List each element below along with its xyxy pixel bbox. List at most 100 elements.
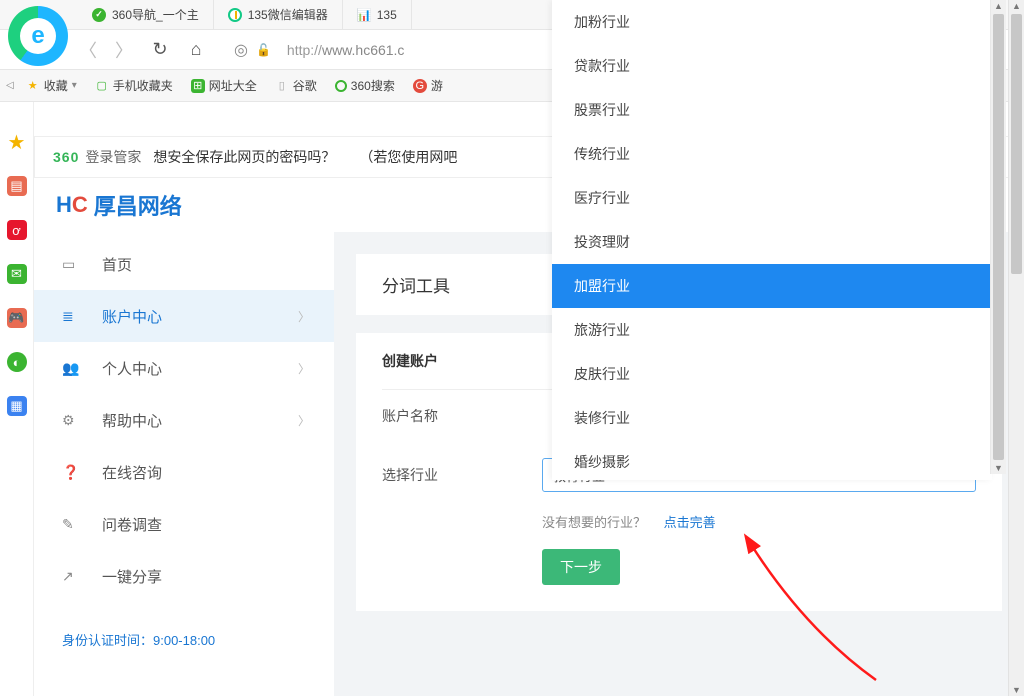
browser-logo: e [8,6,68,66]
sidebar: ▭首页≣账户中心〉👥个人中心〉⚙帮助中心〉❓在线咨询✎问卷调查↗一键分享 身份认… [34,232,334,696]
menu-icon: ⚙ [62,412,80,429]
dropdown-option[interactable]: 医疗行业 [552,176,992,220]
next-button[interactable]: 下一步 [542,549,620,585]
menu-label: 在线咨询 [102,462,162,483]
site-logo-text: 厚昌网络 [94,189,182,221]
sidebar-item[interactable]: ❓ 在线咨询 [34,446,334,498]
dropdown-option[interactable]: 贷款行业 [552,44,992,88]
dropdown-option[interactable]: 婚纱摄影 [552,440,992,484]
bookmark-item[interactable]: 360搜索 [329,77,401,94]
chevron-down-icon: ▾ [72,80,77,91]
scrollbar-thumb[interactable] [1011,14,1022,274]
dropdown-option[interactable]: 皮肤行业 [552,352,992,396]
dropdown-option[interactable]: 传统行业 [552,132,992,176]
menu-label: 首页 [102,254,132,275]
phone-icon: ▢ [95,79,109,93]
menu-icon: ▭ [62,256,80,273]
page-scrollbar[interactable]: ▲ ▼ [1008,0,1024,696]
doc-icon[interactable]: ▤ [7,176,27,196]
url-rest: www.hc661.c [322,42,404,58]
bookmark-fav[interactable]: ★ 收藏 ▾ [20,77,83,94]
favicon: ✓ [92,8,106,22]
sidebar-item[interactable]: ≣ 账户中心 〉 [34,290,334,342]
address-icons: ◎ 🔓 [234,40,271,60]
banner-note: （若您使用网吧 [359,147,457,167]
url-prefix: http:// [287,42,322,58]
bookmark-item[interactable]: G游 [407,77,449,94]
auth-time: 身份认证时间：9:00-18:00 [34,602,334,677]
sidebar-item[interactable]: ▭ 首页 [34,238,334,290]
banner-text: 想安全保存此网页的密码吗？ [153,147,335,167]
home-icon[interactable]: ⌂ [186,39,206,60]
bookmark-label: 谷歌 [293,77,317,94]
dropdown-option[interactable]: 加盟行业 [552,264,992,308]
scrollbar-thumb[interactable] [993,14,1004,460]
chevron-right-icon: 〉 [298,412,310,429]
menu-icon: ✎ [62,516,80,533]
tab-label: 135微信编辑器 [248,6,328,23]
sidebar-item[interactable]: ⚙ 帮助中心 〉 [34,394,334,446]
sidebar-item[interactable]: 👥 个人中心 〉 [34,342,334,394]
browser-tab[interactable]: 📊 135 [343,0,412,29]
address-url[interactable]: http://www.hc661.c [287,42,405,58]
scroll-up-icon[interactable]: ▲ [991,1,1006,11]
globe-icon[interactable]: ◐ [7,352,27,372]
favicon [228,8,242,22]
dropdown-option[interactable]: 投资理财 [552,220,992,264]
star-icon: ★ [26,79,40,93]
field-label-name: 账户名称 [382,406,502,426]
browser-tab[interactable]: ✓ 360导航_一个主 [78,0,214,29]
sidebar-item[interactable]: ↗一键分享 [34,550,334,602]
star-icon[interactable]: ★ [7,132,27,152]
menu-label: 帮助中心 [102,410,162,431]
bookmark-label: 网址大全 [209,77,257,94]
tab-label: 135 [377,8,397,22]
dropdown-option[interactable]: 装修行业 [552,396,992,440]
dropdown-option[interactable]: 旅游行业 [552,308,992,352]
scroll-up-icon[interactable]: ▲ [1009,1,1024,11]
game-icon[interactable]: 🎮 [7,308,27,328]
bookmark-item[interactable]: ⊞网址大全 [185,77,263,94]
menu-icon: ❓ [62,464,80,481]
hint-row: 没有想要的行业？ 点击完善 [382,508,976,531]
sidebar-item[interactable]: ✎问卷调查 [34,498,334,550]
chevron-right-icon: 〉 [298,360,310,377]
scroll-down-icon[interactable]: ▼ [991,463,1006,473]
chevron-left-icon[interactable]: ◁ [6,80,14,91]
dropdown-option[interactable]: 股票行业 [552,88,992,132]
circle-icon [335,80,347,92]
scroll-down-icon[interactable]: ▼ [1009,685,1024,695]
left-icon-strip: ★ ▤ ơ ✉ 🎮 ◐ ▦ [0,102,34,696]
menu-label: 个人中心 [102,358,162,379]
weibo-icon[interactable]: ơ [7,220,27,240]
g-icon: G [413,79,427,93]
field-label-industry: 选择行业 [382,465,502,485]
hint-text: 没有想要的行业？ [542,515,646,530]
industry-dropdown[interactable]: 加粉行业贷款行业股票行业传统行业医疗行业投资理财加盟行业旅游行业皮肤行业装修行业… [552,0,992,480]
hint-link[interactable]: 点击完善 [664,515,716,530]
back-icon[interactable]: 〈 [78,37,98,63]
page-icon: ▯ [275,79,289,93]
menu-icon: ≣ [62,308,80,325]
mail-icon[interactable]: ✉ [7,264,27,284]
bookmark-item[interactable]: ▯ 谷歌 [269,77,323,94]
tab-label: 360导航_一个主 [112,6,199,23]
menu-label: 账户中心 [102,306,162,327]
banner-logo: 360 [53,149,79,165]
forward-icon[interactable]: 〉 [114,37,134,63]
menu-icon: ↗ [62,568,80,585]
site-logo[interactable]: HC 厚昌网络 [56,189,182,221]
menu-icon: 👥 [62,360,80,377]
chevron-right-icon: 〉 [298,308,310,325]
dropdown-scrollbar[interactable]: ▲ ▼ [990,0,1006,474]
reload-icon[interactable]: ↻ [150,39,170,60]
bookmark-label: 游 [431,77,443,94]
bookmark-label: 收藏 [44,77,68,94]
dropdown-option[interactable]: 加粉行业 [552,0,992,44]
bookmark-item[interactable]: ▢ 手机收藏夹 [89,77,179,94]
compass-icon: ◎ [234,40,248,60]
bookmark-label: 360搜索 [351,77,395,94]
note-icon[interactable]: ▦ [7,396,27,416]
bookmark-label: 手机收藏夹 [113,77,173,94]
browser-tab[interactable]: 135微信编辑器 [214,0,343,29]
